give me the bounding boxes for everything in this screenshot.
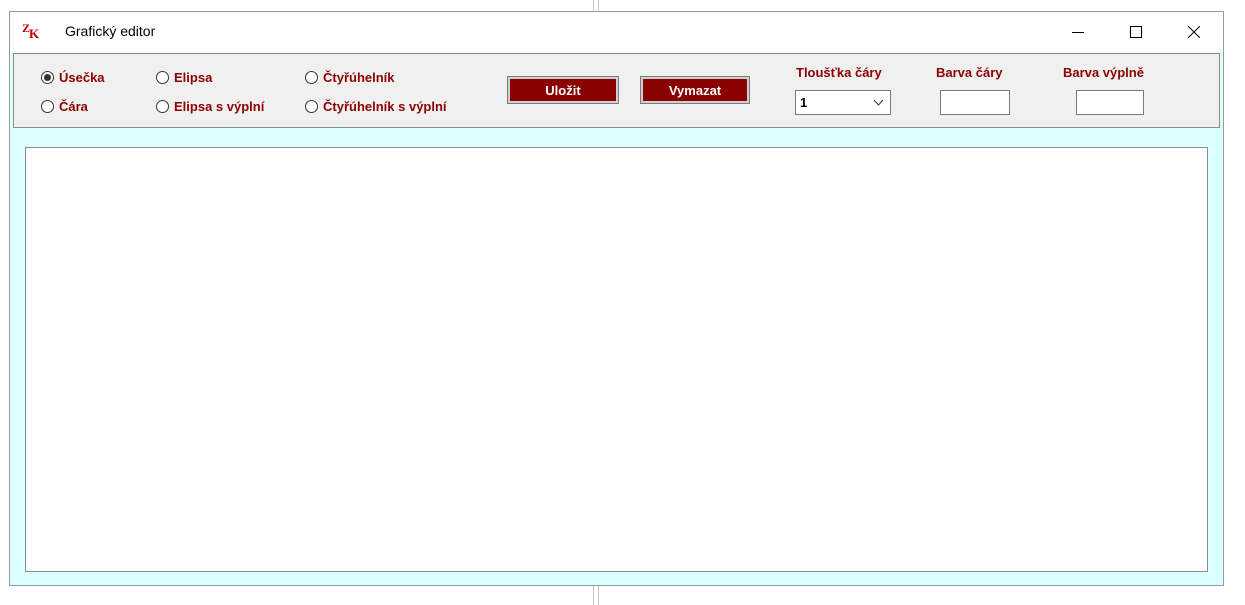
background-divider-bottom <box>593 586 599 605</box>
line-color-label: Barva čáry <box>936 65 1003 80</box>
close-button[interactable] <box>1165 12 1223 52</box>
maximize-icon <box>1130 26 1142 38</box>
radio-ctyruhelnik[interactable]: Čtyřúhelník <box>305 68 395 86</box>
radio-circle <box>41 99 54 113</box>
line-width-value: 1 <box>800 95 808 110</box>
window-title: Grafický editor <box>65 23 156 39</box>
radio-circle <box>156 99 169 113</box>
radio-circle <box>305 99 318 113</box>
radio-circle <box>156 70 169 84</box>
close-icon <box>1188 26 1200 38</box>
radio-dot <box>44 73 51 81</box>
minimize-button[interactable] <box>1049 12 1107 52</box>
radio-label: Elipsa s výplní <box>174 98 265 114</box>
radio-usecka[interactable]: Úsečka <box>41 68 105 86</box>
radio-label: Čtyřúhelník s výplní <box>323 98 447 114</box>
radio-elipsa-s-vyplni[interactable]: Elipsa s výplní <box>156 97 264 115</box>
radio-ctyruhelnik-s-vyplni[interactable]: Čtyřúhelník s výplní <box>305 97 447 115</box>
minimize-icon <box>1072 32 1084 33</box>
fill-color-picker[interactable] <box>1076 90 1144 115</box>
radio-label: Úsečka <box>59 69 105 85</box>
line-width-select[interactable]: 1 <box>795 90 891 115</box>
radio-circle <box>41 70 54 84</box>
fill-color-label: Barva výplně <box>1063 65 1144 80</box>
background-divider-top <box>593 0 599 11</box>
radio-label: Elipsa <box>174 69 213 85</box>
app-window: Z K Grafický editor Úsečka Čára Elipsa E… <box>9 11 1224 586</box>
drawing-canvas[interactable] <box>25 147 1208 572</box>
radio-elipsa[interactable]: Elipsa <box>156 68 212 86</box>
save-button[interactable]: Uložit <box>507 76 619 104</box>
radio-circle <box>305 70 318 84</box>
maximize-button[interactable] <box>1107 12 1165 52</box>
chevron-down-icon <box>873 99 884 106</box>
line-color-picker[interactable] <box>940 90 1010 115</box>
line-width-label: Tloušťka čáry <box>796 65 882 80</box>
radio-label: Čára <box>59 98 88 114</box>
app-logo-icon: Z K <box>22 21 40 41</box>
clear-button[interactable]: Vymazat <box>640 76 750 104</box>
toolbar: Úsečka Čára Elipsa Elipsa s výplní Čtyřú… <box>13 53 1220 128</box>
radio-cara[interactable]: Čára <box>41 97 88 115</box>
radio-label: Čtyřúhelník <box>323 69 395 85</box>
title-bar[interactable]: Z K Grafický editor <box>10 12 1223 52</box>
